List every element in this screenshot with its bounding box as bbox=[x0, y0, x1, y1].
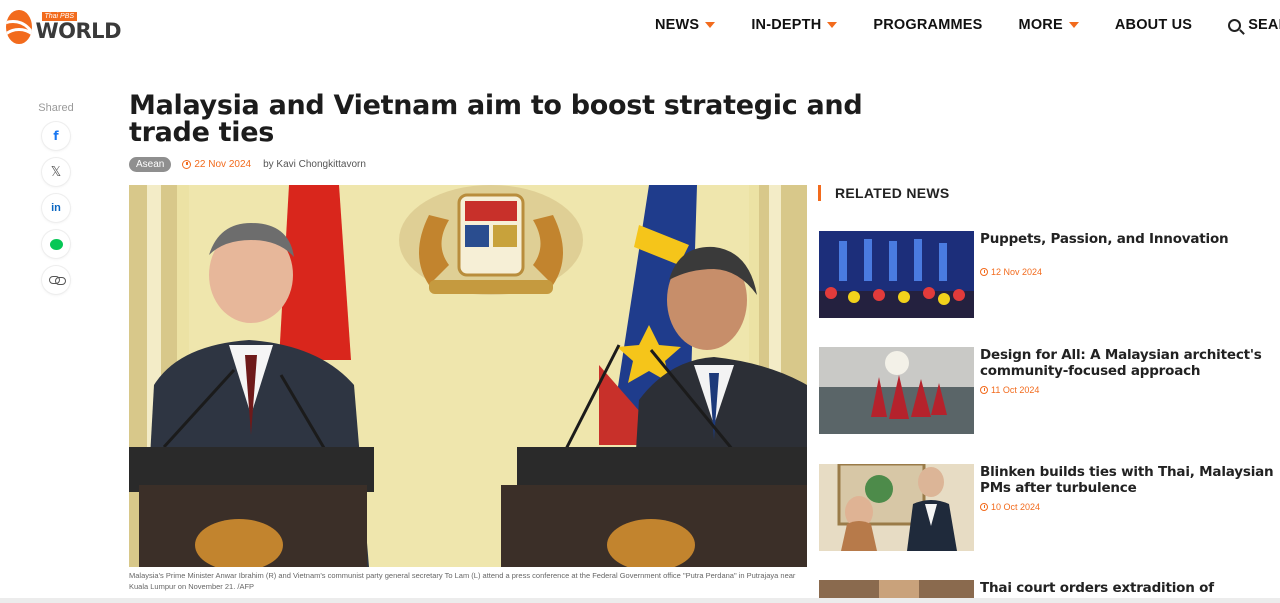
nav-about-us[interactable]: ABOUT US bbox=[1115, 17, 1192, 33]
related-date: 11 Oct 2024 bbox=[980, 385, 1280, 395]
logo-word: WORLD bbox=[35, 19, 122, 43]
category-badge[interactable]: Asean bbox=[129, 157, 172, 172]
linkedin-icon: in bbox=[51, 202, 61, 214]
article-hero-image bbox=[129, 185, 807, 567]
nav-news[interactable]: NEWS bbox=[655, 17, 716, 33]
article-byline: by Kavi Chongkittavorn bbox=[263, 159, 366, 170]
related-news-title: RELATED NEWS bbox=[835, 185, 950, 201]
site-header: Thai PBS WORLD NEWS IN-DEPTH PROGRAMMES … bbox=[0, 0, 1280, 54]
related-headline[interactable]: Blinken builds ties with Thai, Malaysian… bbox=[980, 464, 1280, 496]
nav-in-depth[interactable]: IN-DEPTH bbox=[751, 17, 838, 33]
link-icon bbox=[48, 276, 66, 285]
accent-bar bbox=[818, 185, 821, 201]
article-date: 22 Nov 2024 bbox=[182, 159, 251, 170]
related-date: 10 Oct 2024 bbox=[980, 502, 1280, 512]
search-icon bbox=[1228, 18, 1242, 32]
caret-down-icon bbox=[705, 22, 716, 28]
search-button[interactable]: SEARCH bbox=[1228, 17, 1280, 33]
related-thumbnail[interactable] bbox=[819, 580, 974, 598]
article-meta: Asean 22 Nov 2024 by Kavi Chongkittavorn bbox=[129, 157, 366, 172]
share-label: Shared bbox=[38, 102, 74, 114]
related-date: 12 Nov 2024 bbox=[980, 267, 1280, 277]
related-thumbnail[interactable] bbox=[819, 231, 974, 318]
clock-icon bbox=[980, 386, 988, 394]
clock-icon bbox=[980, 268, 988, 276]
main-nav: NEWS IN-DEPTH PROGRAMMES MORE ABOUT US S… bbox=[655, 17, 1280, 33]
share-line-button[interactable] bbox=[42, 230, 70, 258]
related-headline[interactable]: Puppets, Passion, and Innovation bbox=[980, 231, 1280, 247]
image-caption: Malaysia's Prime Minister Anwar Ibrahim … bbox=[129, 571, 796, 591]
share-facebook-button[interactable]: f bbox=[42, 122, 70, 150]
caret-down-icon bbox=[1068, 22, 1079, 28]
related-headline[interactable]: Design for All: A Malaysian architect's … bbox=[980, 347, 1280, 379]
site-logo[interactable]: Thai PBS WORLD bbox=[6, 9, 121, 45]
logo-mark-icon bbox=[6, 10, 32, 44]
share-sidebar: Shared f 𝕏 in bbox=[34, 102, 78, 302]
related-thumbnail[interactable] bbox=[819, 464, 974, 551]
related-news-header: RELATED NEWS bbox=[818, 185, 950, 201]
clock-icon bbox=[980, 503, 988, 511]
horizontal-scrollbar[interactable] bbox=[0, 598, 1280, 603]
nav-more[interactable]: MORE bbox=[1019, 17, 1079, 33]
caret-down-icon bbox=[827, 22, 838, 28]
share-x-button[interactable]: 𝕏 bbox=[42, 158, 70, 186]
x-icon: 𝕏 bbox=[50, 164, 62, 179]
article-title: Malaysia and Vietnam aim to boost strate… bbox=[129, 90, 863, 148]
related-thumbnail[interactable] bbox=[819, 347, 974, 434]
share-linkedin-button[interactable]: in bbox=[42, 194, 70, 222]
copy-link-button[interactable] bbox=[42, 266, 70, 294]
facebook-icon: f bbox=[53, 129, 59, 143]
clock-icon bbox=[182, 160, 192, 169]
nav-programmes[interactable]: PROGRAMMES bbox=[873, 17, 982, 33]
line-icon bbox=[49, 238, 63, 250]
